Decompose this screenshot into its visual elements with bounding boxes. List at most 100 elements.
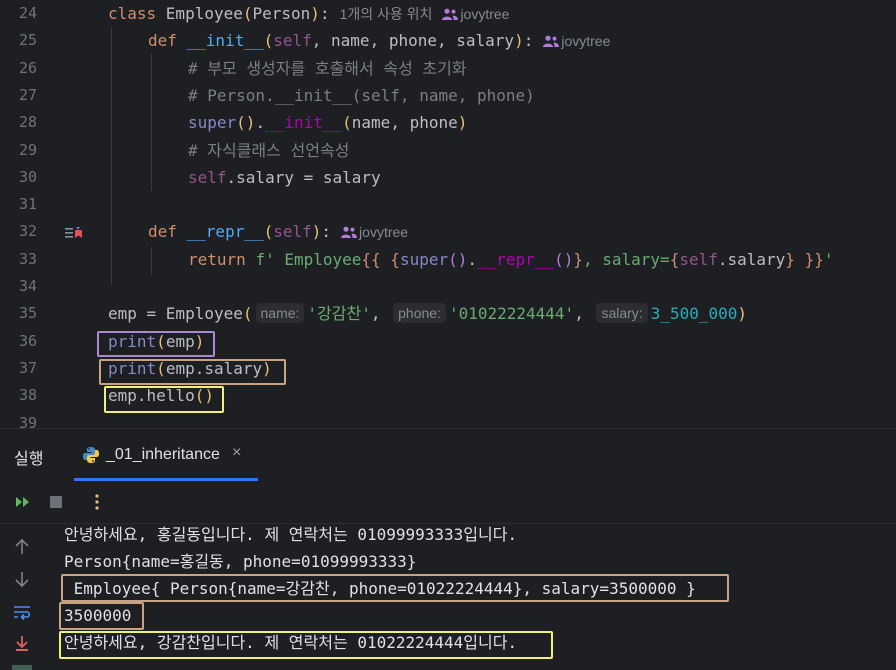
code-text: print(emp.salary) — [108, 355, 272, 382]
code-token: emp.salary — [165, 358, 263, 378]
code-token: { — [669, 249, 680, 269]
stop-icon[interactable] — [45, 491, 67, 513]
code-editor[interactable]: 24 class Employee(Person): 1개의 사용 위치 jovytr… — [0, 0, 896, 428]
code-line[interactable]: 27 # Person.__init__(self, name, phone) — [0, 82, 896, 109]
code-token: } — [573, 249, 583, 269]
code-token: # 자식클래스 선언속성 — [188, 140, 350, 160]
code-token: __repr__ — [477, 249, 555, 269]
code-token: name, phone — [351, 113, 458, 133]
close-tab-icon[interactable]: × — [232, 444, 241, 462]
console-output-line: Employee{ Person{name=강감찬, phone=0102222… — [64, 579, 696, 598]
console-output-line: 3500000 — [64, 606, 132, 625]
code-line[interactable]: 38 emp.hello() — [0, 382, 896, 409]
run-tab-01-inheritance[interactable]: _01_inheritance × — [74, 429, 258, 481]
code-token: self — [679, 249, 718, 269]
code-token: print — [108, 358, 157, 378]
parameter-hint-name: name: — [255, 303, 305, 324]
console-output-line: 안녕하세요, 강감찬입니다. 제 연락처는 01022224444입니다. — [64, 633, 518, 652]
code-token: emp = Employee — [108, 304, 243, 324]
user-icon — [543, 35, 560, 48]
code-token: ( — [242, 4, 253, 23]
rerun-icon[interactable] — [12, 491, 34, 513]
code-token: .salary = salary — [226, 167, 381, 187]
usage-count[interactable]: 1개의 사용 위치 — [340, 6, 433, 22]
console-output-line: Person{name=홍길동, phone=01099993333} — [64, 552, 417, 571]
code-text: # 자식클래스 선언속성 — [188, 137, 349, 164]
code-token: emp.hello — [108, 386, 195, 406]
run-panel-title[interactable]: 실행 — [14, 445, 43, 469]
code-token: : — [523, 31, 534, 51]
code-token: : — [319, 4, 330, 23]
code-line[interactable]: 25 def __init__(self, name, phone, salary… — [0, 27, 896, 54]
code-line[interactable]: 30 self.salary = salary — [0, 164, 896, 191]
code-token: super — [188, 113, 237, 133]
console-output[interactable]: 안녕하세요, 홍길동입니다. 제 연락처는 01099993333입니다. Per… — [0, 524, 896, 670]
code-token: f' Employee — [255, 249, 362, 269]
code-text: emp = Employee(name: '강감찬', phone: '010222… — [108, 300, 747, 327]
code-token: '01022224444' — [448, 304, 575, 324]
line-number: 38 — [18, 386, 37, 405]
arrow-down-icon[interactable] — [12, 569, 32, 589]
author-name: jovytree — [561, 33, 611, 50]
code-line[interactable]: 32 def __repr__(self): jovytree — [0, 218, 896, 245]
code-line[interactable]: 35 emp = Employee(name: '강감찬', phone: '0102… — [0, 300, 896, 327]
code-token: , name, phone, salary — [311, 31, 515, 51]
code-token: print — [108, 331, 157, 351]
code-token: ) — [737, 304, 748, 324]
arrow-up-icon[interactable] — [12, 537, 32, 557]
code-token: emp — [165, 331, 195, 351]
code-line[interactable]: 24 class Employee(Person): 1개의 사용 위치 jovytr… — [0, 0, 896, 27]
code-text: def __init__(self, name, phone, salary):… — [148, 27, 610, 55]
code-line[interactable]: 31 — [0, 191, 896, 218]
code-token: () — [194, 386, 214, 406]
line-number: 24 — [18, 4, 37, 22]
author-hint[interactable]: jovytree — [442, 6, 509, 22]
python-file-icon — [83, 447, 99, 463]
author-hint[interactable]: jovytree — [341, 224, 408, 240]
line-number: 37 — [18, 358, 37, 377]
scroll-to-end-icon[interactable] — [12, 634, 32, 654]
console-sidebar — [0, 524, 44, 670]
line-number: 36 — [18, 331, 37, 350]
code-text: super().__init__(name, phone) — [188, 109, 467, 136]
parameter-hint-phone: phone: — [393, 303, 446, 324]
author-name: jovytree — [460, 6, 510, 22]
author-hint[interactable]: jovytree — [543, 33, 610, 49]
code-line[interactable]: 39 — [0, 410, 896, 429]
line-number: 30 — [18, 167, 37, 186]
code-token: .salary — [717, 249, 786, 269]
code-token: {{ { — [361, 249, 400, 269]
line-number: 32 — [18, 222, 37, 241]
code-line[interactable]: 37 print(emp.salary) — [0, 355, 896, 382]
code-token: , — [574, 304, 594, 324]
code-token: : — [321, 222, 332, 242]
soft-wrap-icon[interactable] — [12, 602, 32, 622]
line-number: 25 — [18, 31, 37, 50]
code-token: self — [273, 31, 312, 51]
line-number: 35 — [18, 304, 37, 323]
code-line[interactable]: 33 return f' Employee{{ {super().__repr__… — [0, 246, 896, 273]
code-token: # 부모 생성자를 호출해서 속성 초기화 — [188, 58, 467, 78]
code-text: emp.hello() — [108, 382, 214, 409]
code-token: Employee — [165, 4, 243, 23]
code-line[interactable]: 26 # 부모 생성자를 호출해서 속성 초기화 — [0, 55, 896, 82]
code-line[interactable]: 34 — [0, 273, 896, 300]
code-token: __init__ — [265, 113, 343, 133]
code-text: return f' Employee{{ {super().__repr__()… — [188, 246, 833, 273]
line-number: 29 — [18, 140, 37, 159]
line-number: 26 — [18, 58, 37, 77]
code-token: ( — [263, 31, 274, 51]
code-line[interactable]: 29 # 자식클래스 선언속성 — [0, 137, 896, 164]
code-line[interactable]: 36 print(emp) — [0, 328, 896, 355]
code-token: , salary= — [582, 249, 670, 269]
code-line[interactable]: 28 super().__init__(name, phone) — [0, 109, 896, 136]
code-token: ' — [823, 249, 834, 269]
run-tab-label: _01_inheritance — [106, 446, 220, 463]
user-icon — [341, 226, 358, 239]
code-token: . — [467, 249, 478, 269]
line-number: 31 — [18, 195, 37, 214]
code-token: return — [188, 249, 256, 269]
code-token: ) — [514, 31, 524, 51]
more-options-icon[interactable] — [86, 491, 108, 513]
code-text: # Person.__init__(self, name, phone) — [188, 82, 535, 109]
